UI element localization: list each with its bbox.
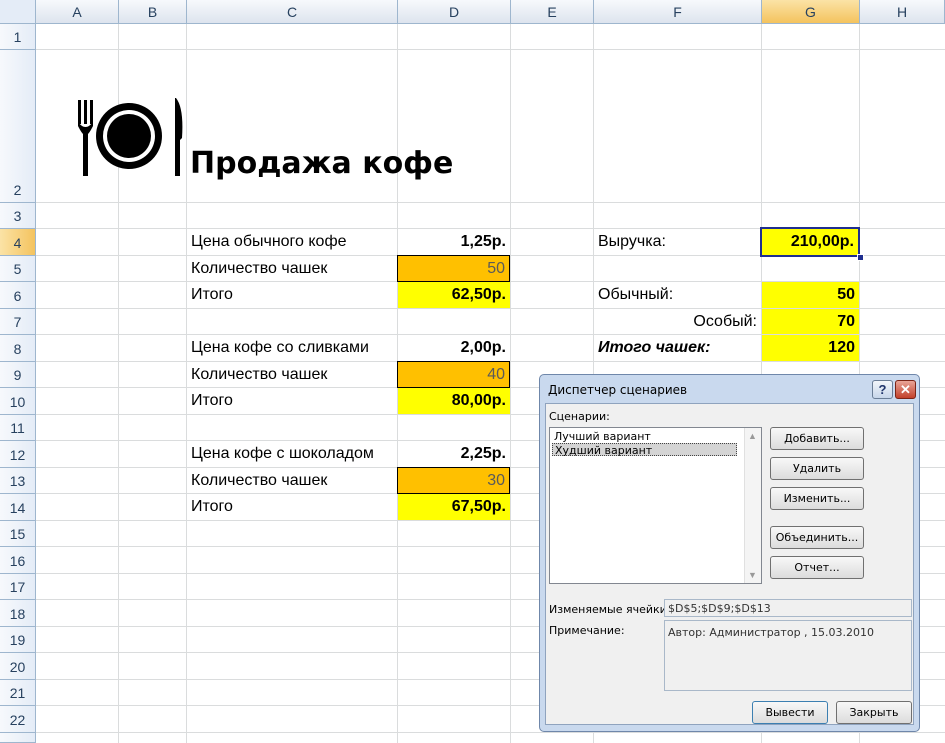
qty-value-3[interactable]: 30	[397, 467, 510, 494]
gridline	[36, 202, 945, 203]
column-header-g[interactable]: G	[762, 0, 860, 24]
row-header-18[interactable]: 18	[0, 600, 36, 627]
scroll-down-icon[interactable]: ▼	[748, 570, 757, 580]
gridline	[510, 24, 511, 743]
delete-button[interactable]: Удалить	[770, 457, 864, 480]
qty-label-3[interactable]: Количество чашек	[187, 468, 398, 493]
gridline	[36, 732, 945, 733]
row-header-10[interactable]: 10	[0, 388, 36, 415]
row-header-2[interactable]: 2	[0, 50, 36, 203]
cream-price-label[interactable]: Цена кофе со сливками	[187, 335, 398, 361]
cream-price-value[interactable]: 2,00р.	[398, 335, 510, 361]
qty-label-1[interactable]: Количество чашек	[187, 256, 398, 281]
qty-value-2[interactable]: 40	[397, 361, 510, 388]
show-button[interactable]: Вывести	[752, 701, 828, 724]
fill-handle[interactable]	[857, 254, 864, 261]
regular-label[interactable]: Обычный:	[594, 282, 761, 308]
comment-field: Автор: Администратор , 15.03.2010	[664, 620, 912, 691]
scenarios-label: Сценарии:	[549, 410, 610, 423]
listbox-scrollbar[interactable]: ▲ ▼	[744, 428, 761, 583]
sheet-title: Продажа кофе	[190, 146, 454, 181]
row-header-9[interactable]: 9	[0, 362, 36, 388]
row-header-22[interactable]: 22	[0, 706, 36, 733]
row-header-14[interactable]: 14	[0, 494, 36, 521]
row-header-1[interactable]: 1	[0, 24, 36, 50]
special-count[interactable]: 70	[762, 309, 859, 334]
column-header-h[interactable]: H	[860, 0, 945, 24]
row-header-20[interactable]: 20	[0, 653, 36, 680]
cutlery-plate-icon	[78, 98, 183, 176]
row-header-23[interactable]	[0, 733, 36, 743]
scenario-manager-dialog: Диспетчер сценариев ? ✕ Сценарии: Лучший…	[539, 374, 920, 732]
row-header-13[interactable]: 13	[0, 468, 36, 494]
regular-price-label[interactable]: Цена обычного кофе	[187, 229, 398, 255]
row-header-19[interactable]: 19	[0, 627, 36, 653]
comment-label: Примечание:	[549, 624, 625, 637]
edit-button[interactable]: Изменить...	[770, 487, 864, 510]
scenario-item-best[interactable]: Лучший вариант	[552, 430, 653, 443]
report-button[interactable]: Отчет...	[770, 556, 864, 579]
scenarios-listbox[interactable]: Лучший вариант Худший вариант ▲ ▼	[549, 427, 762, 584]
column-header-a[interactable]: A	[36, 0, 119, 24]
row-header-11[interactable]: 11	[0, 415, 36, 441]
add-button[interactable]: Добавить...	[770, 427, 864, 450]
scenario-item-worst[interactable]: Худший вариант	[552, 443, 737, 457]
row-header-6[interactable]: 6	[0, 282, 36, 309]
total-cups-value[interactable]: 120	[762, 335, 859, 361]
total-value-2[interactable]: 80,00р.	[398, 388, 510, 414]
row-header-3[interactable]: 3	[0, 203, 36, 229]
choc-price-label[interactable]: Цена кофе с шоколадом	[187, 441, 398, 467]
total-label-1[interactable]: Итого	[187, 282, 398, 308]
row-header-4[interactable]: 4	[0, 229, 36, 256]
total-value-3[interactable]: 67,50р.	[398, 494, 510, 520]
revenue-value[interactable]: 210,00р.	[760, 227, 860, 257]
column-header-e[interactable]: E	[511, 0, 594, 24]
row-header-5[interactable]: 5	[0, 256, 36, 282]
row-header-12[interactable]: 12	[0, 441, 36, 468]
choc-price-value[interactable]: 2,25р.	[398, 441, 510, 467]
row-header-21[interactable]: 21	[0, 680, 36, 706]
column-header-d[interactable]: D	[398, 0, 511, 24]
qty-label-2[interactable]: Количество чашек	[187, 362, 398, 387]
regular-count[interactable]: 50	[762, 282, 859, 308]
revenue-label[interactable]: Выручка:	[594, 229, 761, 255]
select-all-corner[interactable]	[0, 0, 36, 24]
dialog-body: Сценарии: Лучший вариант Худший вариант …	[545, 403, 914, 725]
column-header-c[interactable]: C	[187, 0, 398, 24]
regular-price-value[interactable]: 1,25р.	[398, 229, 510, 255]
scroll-up-icon[interactable]: ▲	[748, 431, 757, 441]
total-label-3[interactable]: Итого	[187, 494, 398, 520]
changing-cells-label: Изменяемые ячейки:	[549, 603, 671, 616]
column-header-b[interactable]: B	[119, 0, 187, 24]
gridline	[36, 49, 945, 50]
help-button[interactable]: ?	[872, 380, 893, 399]
row-header-17[interactable]: 17	[0, 574, 36, 600]
merge-button[interactable]: Объединить...	[770, 526, 864, 549]
total-label-2[interactable]: Итого	[187, 388, 398, 414]
column-header-f[interactable]: F	[594, 0, 762, 24]
special-label[interactable]: Особый:	[594, 309, 761, 334]
row-header-8[interactable]: 8	[0, 335, 36, 362]
total-value-1[interactable]: 62,50р.	[398, 282, 510, 308]
row-header-15[interactable]: 15	[0, 521, 36, 547]
dialog-title: Диспетчер сценариев	[548, 383, 688, 397]
row-header-7[interactable]: 7	[0, 309, 36, 335]
close-button[interactable]: Закрыть	[836, 701, 912, 724]
total-cups-label[interactable]: Итого чашек:	[594, 335, 761, 361]
changing-cells-field: $D$5;$D$9;$D$13	[664, 599, 912, 617]
close-icon[interactable]: ✕	[895, 380, 916, 399]
qty-value-1[interactable]: 50	[397, 255, 510, 282]
row-header-16[interactable]: 16	[0, 547, 36, 574]
